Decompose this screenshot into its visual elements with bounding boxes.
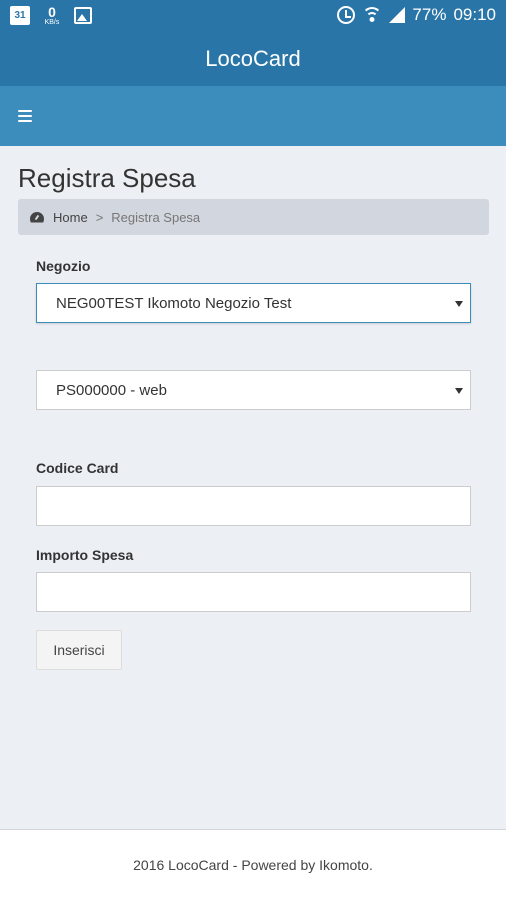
submit-button[interactable]: Inserisci bbox=[36, 630, 122, 670]
signal-icon bbox=[389, 7, 406, 23]
footer-text: 2016 LocoCard - Powered by Ikomoto. bbox=[133, 857, 373, 873]
status-left: 31 0 KB/s bbox=[10, 5, 92, 26]
breadcrumb-home-link[interactable]: Home bbox=[53, 210, 88, 225]
store-label: Negozio bbox=[36, 258, 91, 274]
net-speed-unit: KB/s bbox=[44, 19, 60, 26]
dashboard-icon bbox=[30, 212, 44, 223]
app-header: LocoCard bbox=[0, 32, 506, 86]
store-select-value: NEG00TEST Ikomoto Negozio Test bbox=[56, 294, 292, 312]
breadcrumb-current: Registra Spesa bbox=[111, 209, 201, 225]
calendar-icon: 31 bbox=[10, 6, 30, 25]
page-title: Registra Spesa bbox=[18, 163, 196, 193]
amount-label: Importo Spesa bbox=[36, 547, 134, 563]
card-code-input[interactable] bbox=[36, 486, 471, 526]
wifi-icon bbox=[362, 5, 383, 25]
chevron-down-icon bbox=[455, 301, 463, 307]
status-bar: 31 0 KB/s 77% 09:10 bbox=[0, 0, 506, 32]
store-select[interactable]: NEG00TEST Ikomoto Negozio Test bbox=[36, 283, 471, 323]
calendar-day: 31 bbox=[14, 10, 26, 21]
footer: 2016 LocoCard - Powered by Ikomoto. bbox=[0, 829, 506, 900]
pos-select[interactable]: PS000000 - web bbox=[36, 370, 471, 410]
nav-bar bbox=[0, 86, 506, 146]
status-right: 77% 09:10 bbox=[337, 5, 496, 25]
breadcrumb: Home > Registra Spesa bbox=[18, 199, 489, 235]
card-code-label: Codice Card bbox=[36, 460, 119, 476]
chevron-down-icon bbox=[455, 388, 463, 394]
image-icon bbox=[74, 7, 92, 24]
clock: 09:10 bbox=[453, 5, 496, 24]
battery-level: 77% bbox=[412, 5, 447, 24]
breadcrumb-separator: > bbox=[95, 209, 104, 225]
amount-input[interactable] bbox=[36, 572, 471, 612]
hamburger-icon[interactable] bbox=[18, 110, 32, 122]
net-speed-value: 0 bbox=[48, 4, 56, 20]
alarm-icon bbox=[337, 6, 356, 24]
pos-select-value: PS000000 - web bbox=[56, 381, 167, 399]
app-title: LocoCard bbox=[205, 46, 301, 71]
network-speed-icon: 0 KB/s bbox=[40, 5, 64, 26]
